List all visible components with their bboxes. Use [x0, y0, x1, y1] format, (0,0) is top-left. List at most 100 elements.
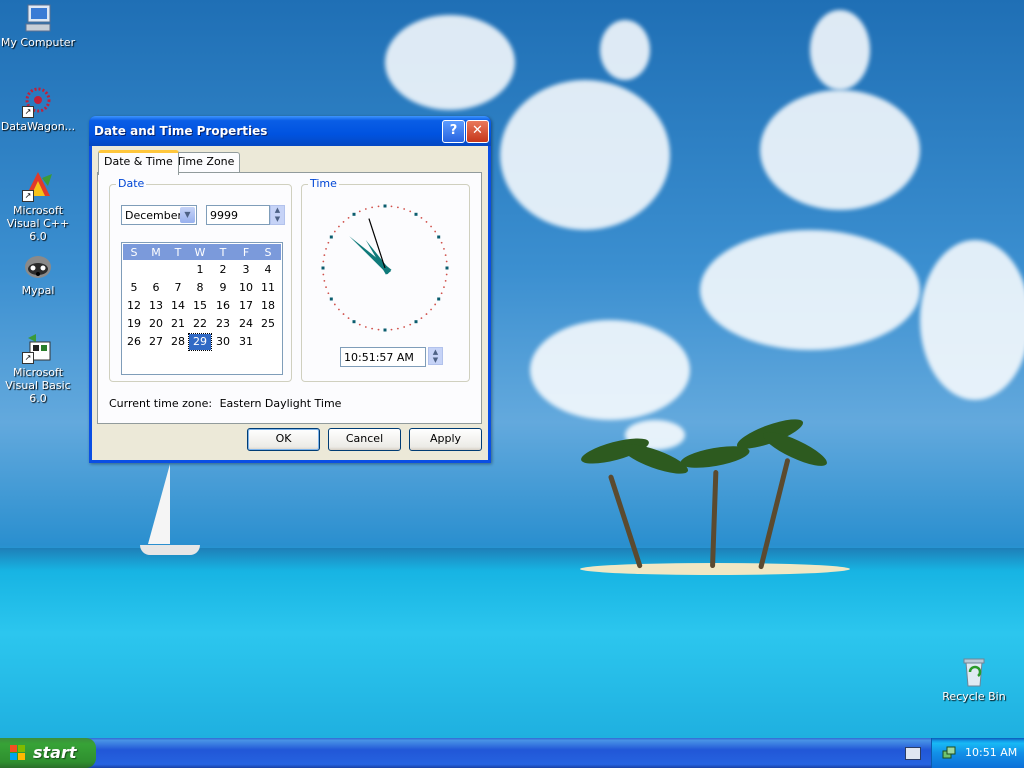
clock-minute-mark: [445, 273, 448, 276]
help-button[interactable]: ?: [442, 120, 465, 143]
calendar-day[interactable]: 19: [123, 316, 145, 332]
calendar-day[interactable]: 8: [189, 280, 211, 296]
month-select[interactable]: December ▼: [121, 205, 197, 225]
calendar-day[interactable]: 22: [189, 316, 211, 332]
calendar-day[interactable]: 28: [167, 334, 189, 350]
clock-minute-mark: [325, 286, 327, 289]
clock-hour-mark: [383, 204, 387, 208]
calendar-day[interactable]: 30: [212, 334, 234, 350]
clock-minute-mark: [440, 292, 443, 295]
clock-minute-mark: [409, 323, 412, 326]
calendar-day[interactable]: 11: [257, 280, 279, 296]
clock-minute-mark: [396, 327, 399, 330]
calendar-day[interactable]: 17: [235, 298, 257, 314]
calendar-day[interactable]: 27: [145, 334, 167, 350]
desktop-icon-visual-cpp[interactable]: ↗ Microsoft Visual C++ 6.0: [0, 170, 76, 243]
clock-hour-mark: [329, 235, 333, 239]
calendar-day[interactable]: 24: [235, 316, 257, 332]
clock-minute-mark: [342, 313, 345, 315]
mypal-icon: [22, 250, 54, 282]
weekday-label: F: [242, 246, 250, 259]
clock-minute-mark: [338, 225, 340, 228]
apply-button[interactable]: Apply: [409, 428, 482, 451]
clock-minute-mark: [364, 208, 367, 210]
start-button[interactable]: start: [0, 738, 96, 768]
clock-minute-mark: [390, 205, 393, 208]
calendar-day[interactable]: 20: [145, 316, 167, 332]
spin-down-icon[interactable]: ▼: [271, 215, 284, 224]
network-icon[interactable]: [942, 746, 956, 760]
ok-button[interactable]: OK: [247, 428, 320, 451]
clock-minute-mark: [444, 254, 447, 257]
calendar-day[interactable]: 13: [145, 298, 167, 314]
year-field[interactable]: 9999: [206, 205, 270, 225]
keyboard-icon[interactable]: [905, 747, 921, 760]
clock-minute-mark: [409, 210, 412, 213]
close-button[interactable]: ✕: [466, 120, 489, 143]
calendar-day[interactable]: 21: [167, 316, 189, 332]
calendar-day[interactable]: 2: [212, 262, 234, 278]
weekday-label: W: [194, 246, 206, 259]
calendar-day[interactable]: 25: [257, 316, 279, 332]
desktop-icon-my-computer[interactable]: My Computer: [0, 2, 76, 49]
calendar-day[interactable]: 7: [167, 280, 189, 296]
clock-minute-mark: [338, 308, 340, 311]
title-bar[interactable]: Date and Time Properties ? ✕: [89, 116, 491, 146]
calendar-day[interactable]: 26: [123, 334, 145, 350]
clock-minute-mark: [364, 326, 367, 328]
clock-hour-mark: [437, 235, 441, 239]
taskbar-clock[interactable]: 10:51 AM: [965, 746, 1017, 759]
tab-panel: Date December ▼ 9999 ▲ ▼ S M T W T F S 1…: [97, 172, 482, 424]
calendar-day[interactable]: 5: [123, 280, 145, 296]
start-label: start: [33, 743, 77, 762]
tab-time-zone[interactable]: Time Zone: [170, 152, 241, 173]
calendar-day-selected[interactable]: 29: [188, 333, 212, 351]
calendar-weekday-header: S M T W T F S: [123, 244, 281, 260]
calendar-day[interactable]: 23: [212, 316, 234, 332]
spin-down-icon[interactable]: ▼: [429, 356, 442, 364]
clock-minute-mark: [323, 279, 326, 282]
calendar-day[interactable]: 18: [257, 298, 279, 314]
calendar-day[interactable]: 3: [235, 262, 257, 278]
tab-date-time[interactable]: Date & Time: [98, 150, 179, 175]
desktop-icon-recycle-bin[interactable]: Recycle Bin: [936, 656, 1012, 703]
clock-minute-mark: [327, 241, 330, 244]
desktop-icon-visual-basic[interactable]: ↗ Microsoft Visual Basic 6.0: [0, 332, 76, 405]
calendar-day[interactable]: 15: [189, 298, 211, 314]
chevron-down-icon[interactable]: ▼: [180, 207, 195, 223]
recycle-bin-icon: [958, 656, 990, 688]
clock-minute-mark: [347, 216, 350, 219]
calendar-day[interactable]: 10: [235, 280, 257, 296]
clock-minute-mark: [323, 254, 326, 257]
time-spinner[interactable]: ▲ ▼: [428, 347, 443, 365]
calendar-day[interactable]: 4: [257, 262, 279, 278]
clock-minute-mark: [425, 313, 428, 315]
cancel-button[interactable]: Cancel: [328, 428, 401, 451]
spin-up-icon[interactable]: ▲: [271, 206, 284, 215]
clock-minute-mark: [443, 286, 445, 289]
clock-minute-mark: [333, 303, 336, 306]
calendar-day[interactable]: 12: [123, 298, 145, 314]
time-field[interactable]: 10:51:57 AM: [340, 347, 426, 367]
spin-up-icon[interactable]: ▲: [429, 348, 442, 356]
clock-minute-mark: [358, 210, 361, 213]
calendar-day[interactable]: 9: [212, 280, 234, 296]
clock-minute-mark: [443, 247, 445, 250]
calendar-day[interactable]: 1: [189, 262, 211, 278]
year-spinner[interactable]: ▲ ▼: [270, 205, 285, 225]
calendar-grid[interactable]: S M T W T F S 1 2 3 4 5 6 7 8 9 10 11 12 13 14 15 16 17 1…: [121, 242, 283, 375]
calendar-day[interactable]: 14: [167, 298, 189, 314]
clock-hour-mark: [352, 320, 356, 324]
calendar-day[interactable]: 16: [212, 298, 234, 314]
desktop-icon-datawagon[interactable]: ↗ DataWagon...: [0, 86, 76, 133]
clock-minute-mark: [327, 292, 330, 295]
weekday-label: M: [151, 246, 161, 259]
date-time-properties-window: Date and Time Properties ? ✕ Date & Time…: [89, 116, 491, 463]
weekday-label: S: [264, 246, 272, 259]
desktop-icon-mypal[interactable]: Mypal: [0, 250, 76, 297]
current-timezone-line: Current time zone: Eastern Daylight Time: [109, 397, 341, 410]
timezone-value: Eastern Daylight Time: [219, 397, 342, 410]
calendar-day[interactable]: 6: [145, 280, 167, 296]
calendar-day[interactable]: 31: [235, 334, 257, 350]
clock-minute-mark: [420, 317, 423, 320]
